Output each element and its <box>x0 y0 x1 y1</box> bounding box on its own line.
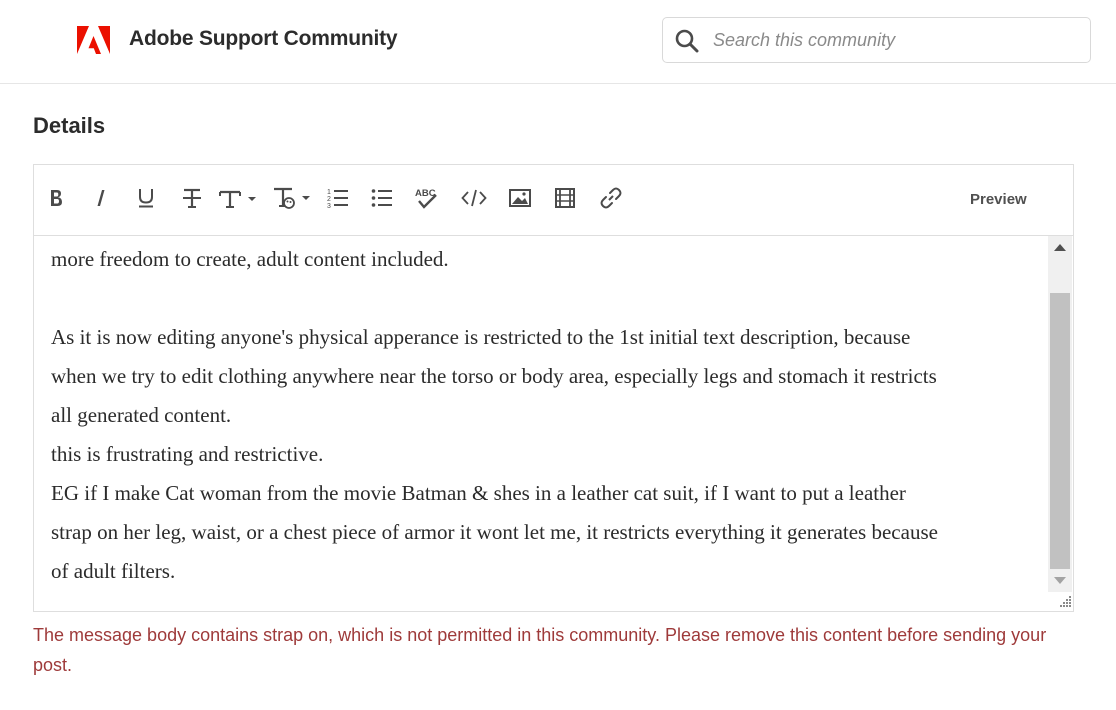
code-icon <box>461 189 487 207</box>
font-size-icon <box>219 190 256 208</box>
insert-video-button[interactable] <box>554 185 576 211</box>
svg-text:1: 1 <box>327 189 331 196</box>
strikethrough-icon <box>183 188 201 208</box>
editor-line <box>51 279 1031 318</box>
editor-scrollbar[interactable] <box>1048 236 1072 592</box>
italic-icon <box>97 190 105 206</box>
rich-text-editor: 1 2 3 ABC Preview more freedom to create… <box>33 164 1074 612</box>
resize-handle-icon[interactable] <box>1058 594 1072 608</box>
details-heading: Details <box>33 113 106 138</box>
editor-line: strap on her leg, waist, or a chest piec… <box>51 520 938 544</box>
editor-line: more freedom to create, adult content in… <box>51 247 449 271</box>
underline-icon <box>139 189 153 208</box>
editor-line: all generated content. <box>51 403 232 427</box>
insert-image-button[interactable] <box>508 185 532 211</box>
svg-text:3: 3 <box>327 203 331 209</box>
scroll-thumb[interactable] <box>1050 293 1070 569</box>
insert-link-button[interactable] <box>599 185 623 211</box>
bulleted-list-button[interactable] <box>370 185 394 211</box>
text-style-button[interactable] <box>272 185 314 211</box>
italic-button[interactable] <box>91 185 111 211</box>
search-box[interactable] <box>662 17 1091 63</box>
video-icon <box>555 188 575 208</box>
scroll-down-arrow-icon[interactable] <box>1054 577 1066 584</box>
editor-line: of adult filters. <box>51 559 176 583</box>
spellcheck-button[interactable]: ABC <box>414 185 440 211</box>
adobe-logo-icon[interactable] <box>77 26 110 54</box>
code-button[interactable] <box>461 185 487 211</box>
svg-text:2: 2 <box>327 196 331 203</box>
underline-button[interactable] <box>135 185 157 211</box>
preview-button[interactable]: Preview <box>970 191 1027 208</box>
editor-line: when we try to edit clothing anywhere ne… <box>51 364 937 388</box>
site-title[interactable]: Adobe Support Community <box>129 27 398 51</box>
site-header: Adobe Support Community <box>0 0 1116 84</box>
error-message: The message body contains strap on, whic… <box>33 625 1047 675</box>
link-icon <box>600 187 622 209</box>
editor-line: this is frustrating and restrictive. <box>51 442 324 466</box>
text-style-icon <box>274 187 310 209</box>
editor-line: As it is now editing anyone's physical a… <box>51 325 911 349</box>
editor-content[interactable]: more freedom to create, adult content in… <box>34 236 1048 611</box>
bold-icon <box>51 190 62 206</box>
strikethrough-button[interactable] <box>180 185 204 211</box>
spellcheck-icon: ABC <box>415 188 437 209</box>
search-icon[interactable] <box>675 29 699 53</box>
numbered-list-button[interactable]: 1 2 3 <box>326 185 350 211</box>
editor-line: EG if I make Cat woman from the movie Ba… <box>51 481 906 505</box>
bulleted-list-icon <box>371 189 392 207</box>
image-icon <box>509 189 531 207</box>
search-input[interactable] <box>713 26 1073 54</box>
bold-button[interactable] <box>46 185 66 211</box>
numbered-list-icon: 1 2 3 <box>327 189 348 209</box>
font-size-button[interactable] <box>218 185 260 211</box>
scroll-up-arrow-icon[interactable] <box>1054 244 1066 251</box>
editor-toolbar: 1 2 3 ABC Preview <box>34 165 1073 236</box>
